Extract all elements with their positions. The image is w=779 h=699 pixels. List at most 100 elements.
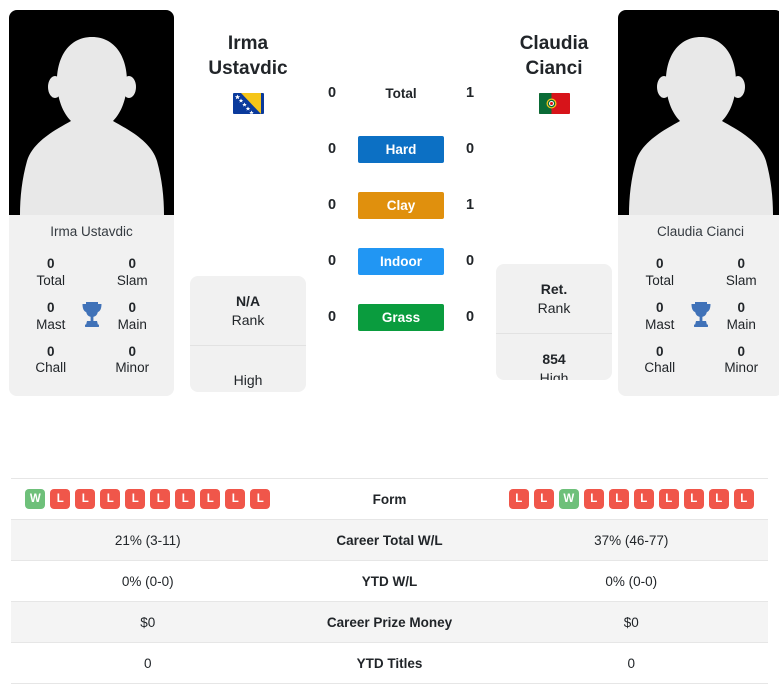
form-badge-loss[interactable]: L (683, 489, 704, 509)
form-strip-right: LLWLLLLLLL (495, 489, 769, 509)
form-badge-loss[interactable]: L (50, 489, 71, 509)
form-badge-loss[interactable]: L (508, 489, 529, 509)
info-value: Ret. (540, 281, 568, 298)
player-comparison-page: Irma Ustavdic 0 Total 0 Slam 0 Mast 0 Ma… (0, 0, 779, 699)
trophy-value: 0 (656, 299, 664, 315)
trophy-label: Mast (36, 316, 66, 332)
trophy-main-left: 0 Main (106, 300, 158, 334)
h2h-right-score: 0 (465, 309, 475, 325)
table-row-career-prize-money: $0 Career Prize Money $0 (11, 602, 768, 643)
form-badge-loss[interactable]: L (733, 489, 754, 509)
form-badge-loss[interactable]: L (75, 489, 96, 509)
form-badge-win[interactable]: W (558, 489, 579, 509)
stat-label-ytd-wl: YTD W/L (361, 573, 418, 589)
trophy-row: 0 Mast 0 Main (15, 295, 168, 339)
info-row-high-left: High (190, 346, 306, 392)
player-photo-right (618, 10, 779, 215)
player-info-column-right: Ret. Rank 854 High 27 Age Plays (496, 264, 612, 380)
trophy-label: Total (36, 272, 66, 288)
info-label: High (539, 369, 569, 381)
h2h-row-total: 0 Total 1 (306, 65, 496, 121)
stat-value-right: 37% (46-77) (594, 532, 669, 548)
trophy-block-left: 0 Total 0 Slam 0 Mast 0 Main 0 Chall 0 M… (9, 249, 174, 397)
trophy-minor-left: 0 Minor (106, 344, 158, 378)
player-photo-name-right: Claudia Cianci (618, 215, 779, 249)
trophy-value: 0 (47, 256, 55, 271)
player-card-right[interactable]: Claudia Cianci 0 Total 0 Slam 0 Mast 0 M… (618, 10, 779, 397)
table-row-form: WLLLLLLLLL Form LLWLLLLLLL (11, 479, 768, 520)
stat-value-right: 0% (0-0) (605, 573, 658, 589)
player-info-column-left: N/A Rank High 23 Age Plays (190, 276, 306, 392)
comparison-header: Irma Ustavdic 0 Total 0 Slam 0 Mast 0 Ma… (0, 0, 779, 470)
form-badge-loss[interactable]: L (583, 489, 604, 509)
form-badge-loss[interactable]: L (150, 489, 171, 509)
trophy-label: Total (645, 272, 675, 288)
stat-value-right: $0 (623, 614, 639, 630)
h2h-row-indoor: 0 Indoor 0 (306, 233, 496, 289)
table-row-ytd-titles: 0 YTD Titles 0 (11, 643, 768, 684)
player-first-name-right: Claudia (519, 33, 589, 54)
stat-value-left: $0 (140, 614, 156, 630)
h2h-badge-indoor[interactable]: Indoor (358, 247, 444, 275)
form-badge-loss[interactable]: L (658, 489, 679, 509)
h2h-label-total: Total (385, 85, 417, 101)
trophy-label: Minor (115, 360, 150, 376)
trophy-label: Slam (725, 272, 757, 288)
trophy-minor-right: 0 Minor (715, 344, 767, 378)
trophy-main-right: 0 Main (715, 300, 767, 334)
trophy-mast-left: 0 Mast (25, 300, 77, 334)
form-badge-loss[interactable]: L (708, 489, 729, 509)
info-label: Rank (231, 311, 265, 328)
h2h-left-score: 0 (327, 253, 337, 269)
trophy-chall-right: 0 Chall (634, 344, 686, 378)
info-value: 854 (542, 351, 566, 368)
form-badge-loss[interactable]: L (533, 489, 554, 509)
info-label: High (233, 372, 263, 389)
h2h-right-score: 1 (465, 197, 475, 213)
player-silhouette-placeholder-icon (16, 25, 167, 215)
stat-value-left: 0% (0-0) (121, 573, 174, 589)
stat-label-career-total-wl: Career Total W/L (336, 532, 443, 548)
form-badge-loss[interactable]: L (175, 489, 196, 509)
h2h-badge-clay[interactable]: Clay (358, 191, 444, 219)
trophy-row: 0 Chall 0 Minor (15, 339, 168, 383)
player-last-name-right: Cianci (525, 57, 583, 79)
form-badge-loss[interactable]: L (633, 489, 654, 509)
form-badges-right: LLWLLLLLLL (495, 489, 769, 509)
form-badges-left: WLLLLLLLLL (11, 489, 285, 509)
form-badge-loss[interactable]: L (225, 489, 246, 509)
trophy-mast-right: 0 Mast (634, 300, 686, 334)
form-badge-loss[interactable]: L (100, 489, 121, 509)
form-badge-loss[interactable]: L (125, 489, 146, 509)
form-strip-left: WLLLLLLLLL (11, 489, 285, 509)
form-badge-loss[interactable]: L (250, 489, 271, 509)
trophy-row: 0 Mast 0 Main (624, 295, 777, 339)
form-badge-win[interactable]: W (25, 489, 46, 509)
info-row-rank-left: N/A Rank (190, 276, 306, 346)
trophy-total-right: 0 Total (634, 256, 686, 290)
trophy-icon (77, 300, 107, 333)
trophy-value: 0 (128, 256, 136, 271)
trophy-label: Chall (35, 360, 67, 376)
flag-bosnia-herzegovina-icon (232, 93, 264, 115)
stat-value-left: 21% (3-11) (114, 532, 181, 548)
table-row-ytd-wl: 0% (0-0) YTD W/L 0% (0-0) (11, 561, 768, 602)
h2h-right-score: 1 (465, 85, 475, 101)
player-first-name-left: Irma (227, 33, 269, 54)
trophy-slam-right: 0 Slam (715, 256, 767, 290)
form-badge-loss[interactable]: L (608, 489, 629, 509)
trophy-value: 0 (737, 256, 745, 271)
player-card-left[interactable]: Irma Ustavdic 0 Total 0 Slam 0 Mast 0 Ma… (9, 10, 174, 397)
stats-table: WLLLLLLLLL Form LLWLLLLLLL 21% (3-11) Ca… (11, 478, 768, 684)
player-name-block-left: Irma Ustavdic (190, 10, 306, 126)
flag-portugal-icon (538, 93, 570, 115)
trophy-slam-left: 0 Slam (106, 256, 158, 290)
form-badge-loss[interactable]: L (200, 489, 221, 509)
h2h-badge-hard[interactable]: Hard (358, 135, 444, 163)
trophy-total-left: 0 Total (25, 256, 77, 290)
h2h-left-score: 0 (327, 85, 337, 101)
h2h-badge-grass[interactable]: Grass (358, 303, 444, 331)
player-name-block-right: Claudia Cianci (496, 10, 612, 126)
stat-label-ytd-titles: YTD Titles (356, 655, 423, 671)
h2h-row-hard: 0 Hard 0 (306, 121, 496, 177)
